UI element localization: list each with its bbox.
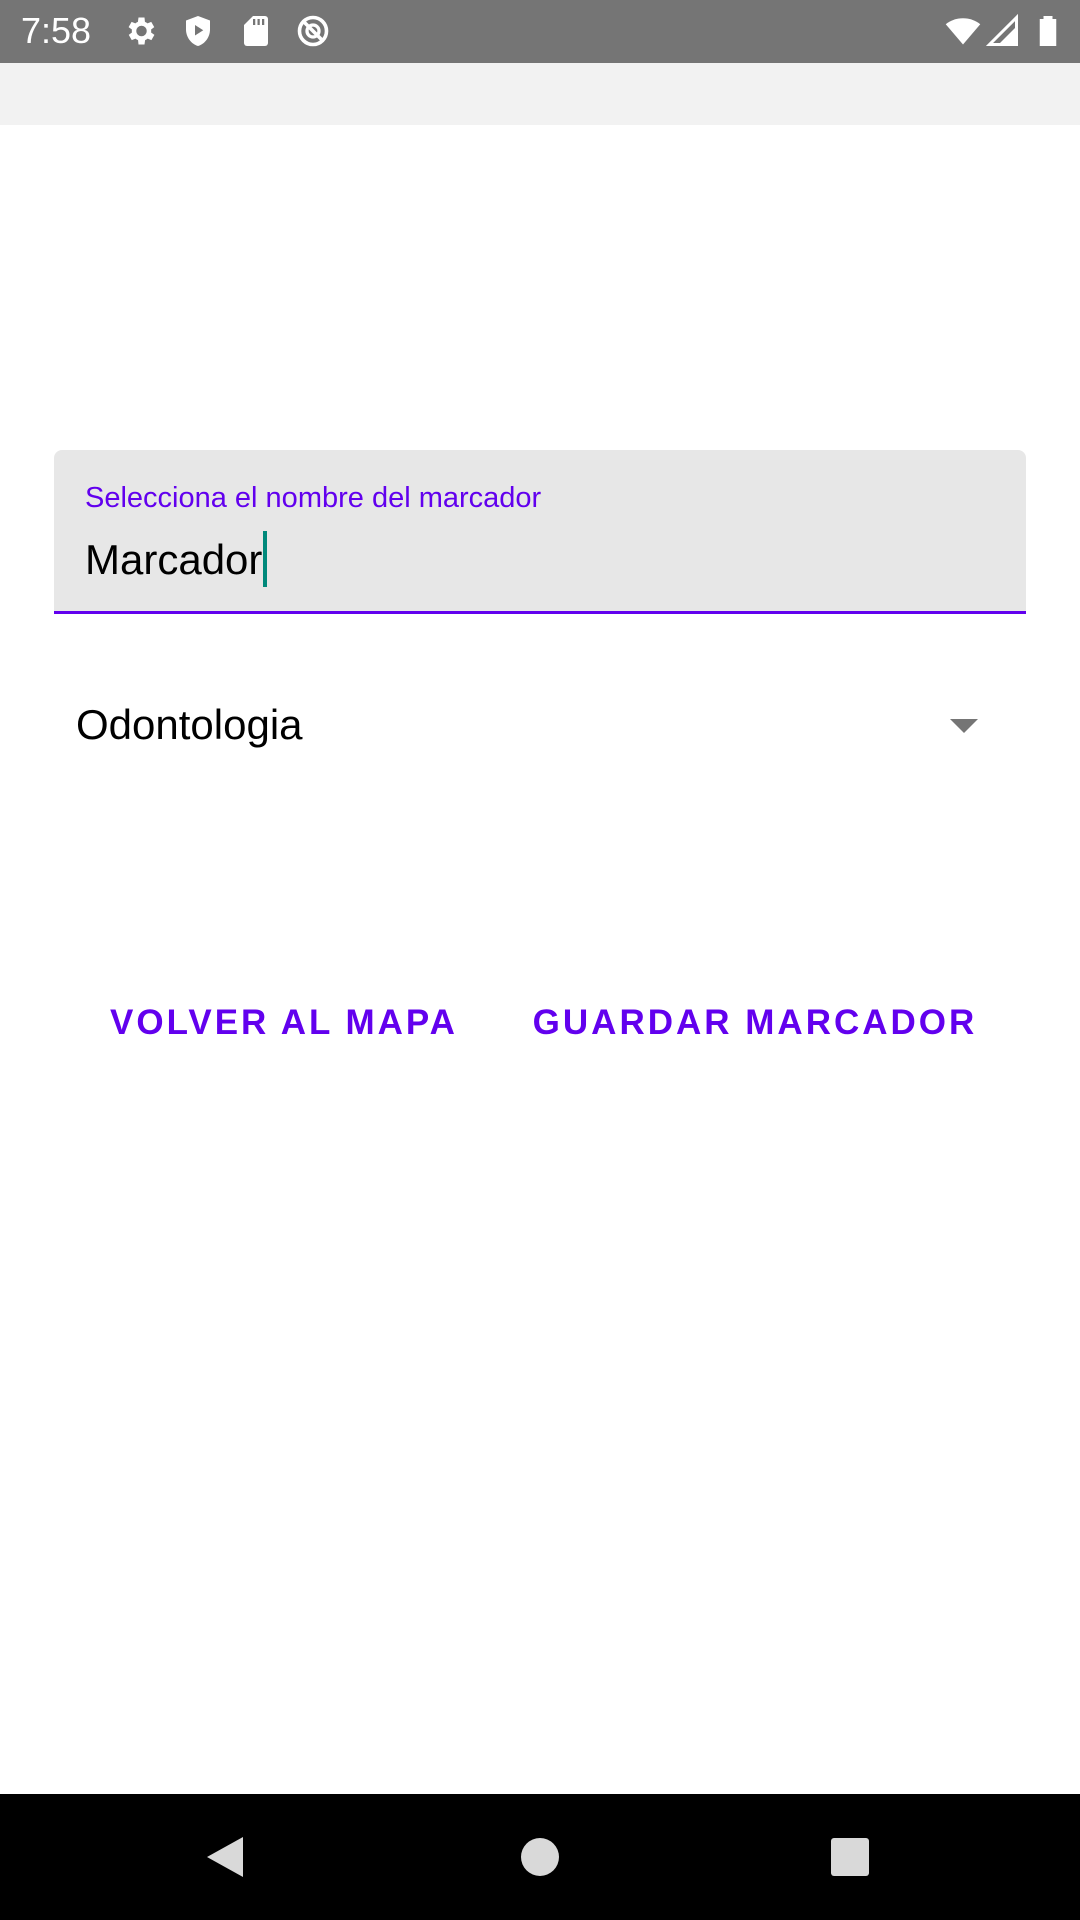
category-spinner[interactable]: Odontologia <box>54 680 1026 768</box>
home-circle-icon[interactable] <box>510 1827 570 1887</box>
shield-play-icon <box>180 13 216 49</box>
marker-name-field[interactable]: Selecciona el nombre del marcador Marcad… <box>54 450 1026 614</box>
status-time: 7:58 <box>21 10 92 51</box>
save-marker-button[interactable]: GUARDAR MARCADOR <box>522 985 988 1061</box>
settings-gear-icon <box>122 13 158 49</box>
dropdown-arrow-icon <box>949 717 979 735</box>
marker-name-value: Marcador <box>85 536 263 583</box>
app-bar <box>0 63 1080 125</box>
navigation-bar <box>0 1794 1080 1920</box>
sd-card-icon <box>238 13 274 49</box>
marker-name-input[interactable]: Marcador <box>85 530 268 587</box>
back-triangle-icon[interactable] <box>195 1827 255 1887</box>
wifi-icon <box>945 13 981 49</box>
cell-signal-icon <box>985 13 1021 49</box>
no-disturb-icon <box>295 13 331 49</box>
recents-square-icon[interactable] <box>820 1827 880 1887</box>
text-caret <box>263 530 268 587</box>
category-selected-value: Odontologia <box>76 701 303 748</box>
back-to-map-button[interactable]: VOLVER AL MAPA <box>96 985 472 1061</box>
status-bar: 7:58 <box>0 0 1080 63</box>
marker-name-label: Selecciona el nombre del marcador <box>85 482 542 514</box>
battery-icon <box>1030 13 1066 49</box>
